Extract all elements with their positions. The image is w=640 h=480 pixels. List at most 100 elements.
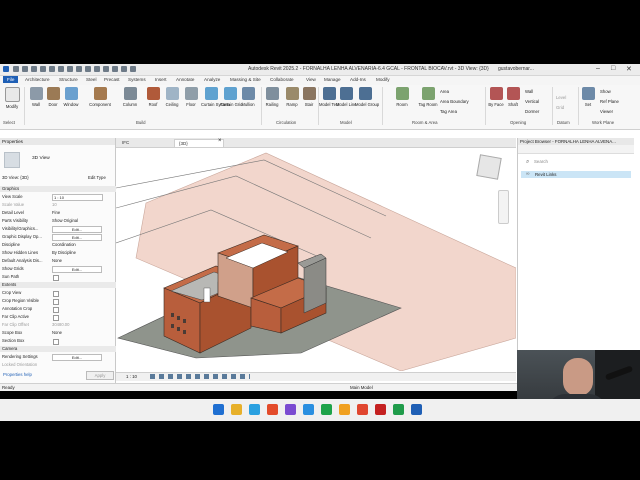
instance-dropdown[interactable]: 3D View: {3D} [2, 175, 82, 181]
far-clip-checkbox[interactable] [53, 315, 59, 321]
navigation-bar[interactable] [498, 190, 509, 224]
browser-icon[interactable] [267, 404, 278, 415]
sun-path-checkbox[interactable] [53, 275, 59, 281]
chrome-profile-icon[interactable] [303, 404, 314, 415]
tab-precast[interactable]: Precast [104, 77, 120, 82]
edge-icon[interactable] [339, 404, 350, 415]
model-selector[interactable]: Main Model [350, 385, 373, 390]
view-cube-icon[interactable] [476, 154, 502, 180]
home-icon[interactable] [13, 66, 19, 72]
tab-view[interactable]: View [306, 77, 316, 82]
ref-plane-button[interactable]: Ref Plane [600, 99, 619, 104]
tab-manage[interactable]: Manage [324, 77, 341, 82]
edit-button[interactable]: Edit... [52, 354, 102, 361]
app-icon[interactable] [375, 404, 386, 415]
section-icon[interactable] [103, 66, 109, 72]
tab-massing-site[interactable]: Massing & Site [230, 77, 261, 82]
search-taskbar-icon[interactable] [231, 404, 242, 415]
wall-opening-button[interactable]: Wall [525, 89, 533, 94]
edit-button[interactable]: Edit... [52, 226, 102, 233]
print-icon[interactable] [58, 66, 64, 72]
tab-collaborate[interactable]: Collaborate [270, 77, 294, 82]
prop-value[interactable]: Fine [52, 210, 60, 215]
annotation-crop-checkbox[interactable] [53, 307, 59, 313]
tree-item-revit-links[interactable]: Revit Links [521, 171, 631, 178]
curtain-system-button[interactable]: Curtain System [201, 87, 230, 107]
section-graphics[interactable]: Graphics [0, 186, 117, 192]
door-button[interactable]: Door [43, 87, 63, 107]
tab-structure[interactable]: Structure [59, 77, 78, 82]
tab-annotate[interactable]: Annotate [176, 77, 194, 82]
tab-steel[interactable]: Steel [86, 77, 96, 82]
autocad-icon[interactable] [393, 404, 404, 415]
undo-icon[interactable] [40, 66, 46, 72]
ceiling-button[interactable]: Ceiling [162, 87, 182, 107]
prop-value[interactable]: By Discipline [52, 250, 76, 255]
railing-button[interactable]: Railing [262, 87, 282, 107]
minimize-button[interactable]: – [596, 65, 600, 72]
apply-button[interactable]: Apply [86, 371, 114, 380]
prop-value[interactable]: None [52, 330, 62, 335]
redo-icon[interactable] [49, 66, 55, 72]
close-button[interactable]: ✕ [626, 65, 632, 73]
model-line-button[interactable]: Model Line [336, 87, 357, 107]
prop-value[interactable]: Coordination [52, 242, 76, 247]
floor-button[interactable]: Floor [181, 87, 201, 107]
3d-viewport[interactable] [115, 148, 517, 372]
stair-button[interactable]: Stair [299, 87, 319, 107]
tab-modify[interactable]: Modify [376, 77, 390, 82]
view-control-icons[interactable] [150, 374, 250, 379]
tab-add-ins[interactable]: Add-Ins [350, 77, 366, 82]
section-camera[interactable]: Camera [0, 346, 117, 352]
user-account[interactable]: gustavobernar... [498, 66, 534, 72]
close-hidden-icon[interactable] [121, 66, 127, 72]
measure-icon[interactable] [67, 66, 73, 72]
crop-view-checkbox[interactable] [53, 291, 59, 297]
vertical-opening-button[interactable]: Vertical [525, 99, 539, 104]
revit-taskbar-icon[interactable] [411, 404, 422, 415]
column-button[interactable]: Column [120, 87, 140, 107]
tab-architecture[interactable]: Architecture [25, 77, 50, 82]
area-button[interactable]: Area [440, 89, 449, 94]
shaft-button[interactable]: Shaft [503, 87, 523, 107]
component-button[interactable]: Component [88, 87, 112, 107]
prop-value[interactable]: Show Original [52, 218, 78, 223]
crop-region-checkbox[interactable] [53, 299, 59, 305]
text-icon[interactable] [85, 66, 91, 72]
start-icon[interactable] [213, 404, 224, 415]
save-icon[interactable] [31, 66, 37, 72]
room-button[interactable]: Room [392, 87, 412, 107]
file-explorer-icon[interactable] [249, 404, 260, 415]
tab-analyze[interactable]: Analyze [204, 77, 220, 82]
properties-help-link[interactable]: Properties help [3, 372, 32, 377]
level-button[interactable]: Level [556, 95, 566, 100]
tab-ifc[interactable]: IFC [118, 139, 133, 146]
grid-button[interactable]: Grid [556, 105, 564, 110]
dormer-button[interactable]: Dormer [525, 109, 539, 114]
open-icon[interactable] [22, 66, 28, 72]
tab-insert[interactable]: Insert [155, 77, 167, 82]
tag-icon[interactable] [76, 66, 82, 72]
edit-type-button[interactable]: Edit Type [88, 175, 106, 180]
area-boundary-button[interactable]: Area Boundary [440, 99, 469, 104]
set-workplane-button[interactable]: Set [578, 87, 598, 107]
edit-button[interactable]: Edit... [52, 234, 102, 241]
group-select[interactable]: Select [3, 120, 15, 125]
thin-lines-icon[interactable] [112, 66, 118, 72]
chrome-icon[interactable] [285, 404, 296, 415]
tab-systems[interactable]: Systems [128, 77, 146, 82]
tag-room-button[interactable]: Tag Room [418, 87, 438, 107]
spotify-icon[interactable] [357, 404, 368, 415]
show-workplane-button[interactable]: Show [600, 89, 611, 94]
tag-area-button[interactable]: Tag Area [440, 109, 457, 114]
project-browser-toolbar[interactable] [518, 145, 634, 154]
edit-button[interactable]: Edit... [52, 266, 102, 273]
section-box-checkbox[interactable] [53, 339, 59, 345]
section-extents[interactable]: Extents [0, 282, 117, 288]
maximize-button[interactable]: □ [611, 65, 615, 72]
curtain-grid-button[interactable]: Curtain Grid [220, 87, 243, 107]
modify-button[interactable]: Modify [2, 87, 22, 109]
model-group-button[interactable]: Model Group [355, 87, 379, 107]
teams-icon[interactable] [321, 404, 332, 415]
tab-file[interactable]: File [3, 76, 19, 83]
